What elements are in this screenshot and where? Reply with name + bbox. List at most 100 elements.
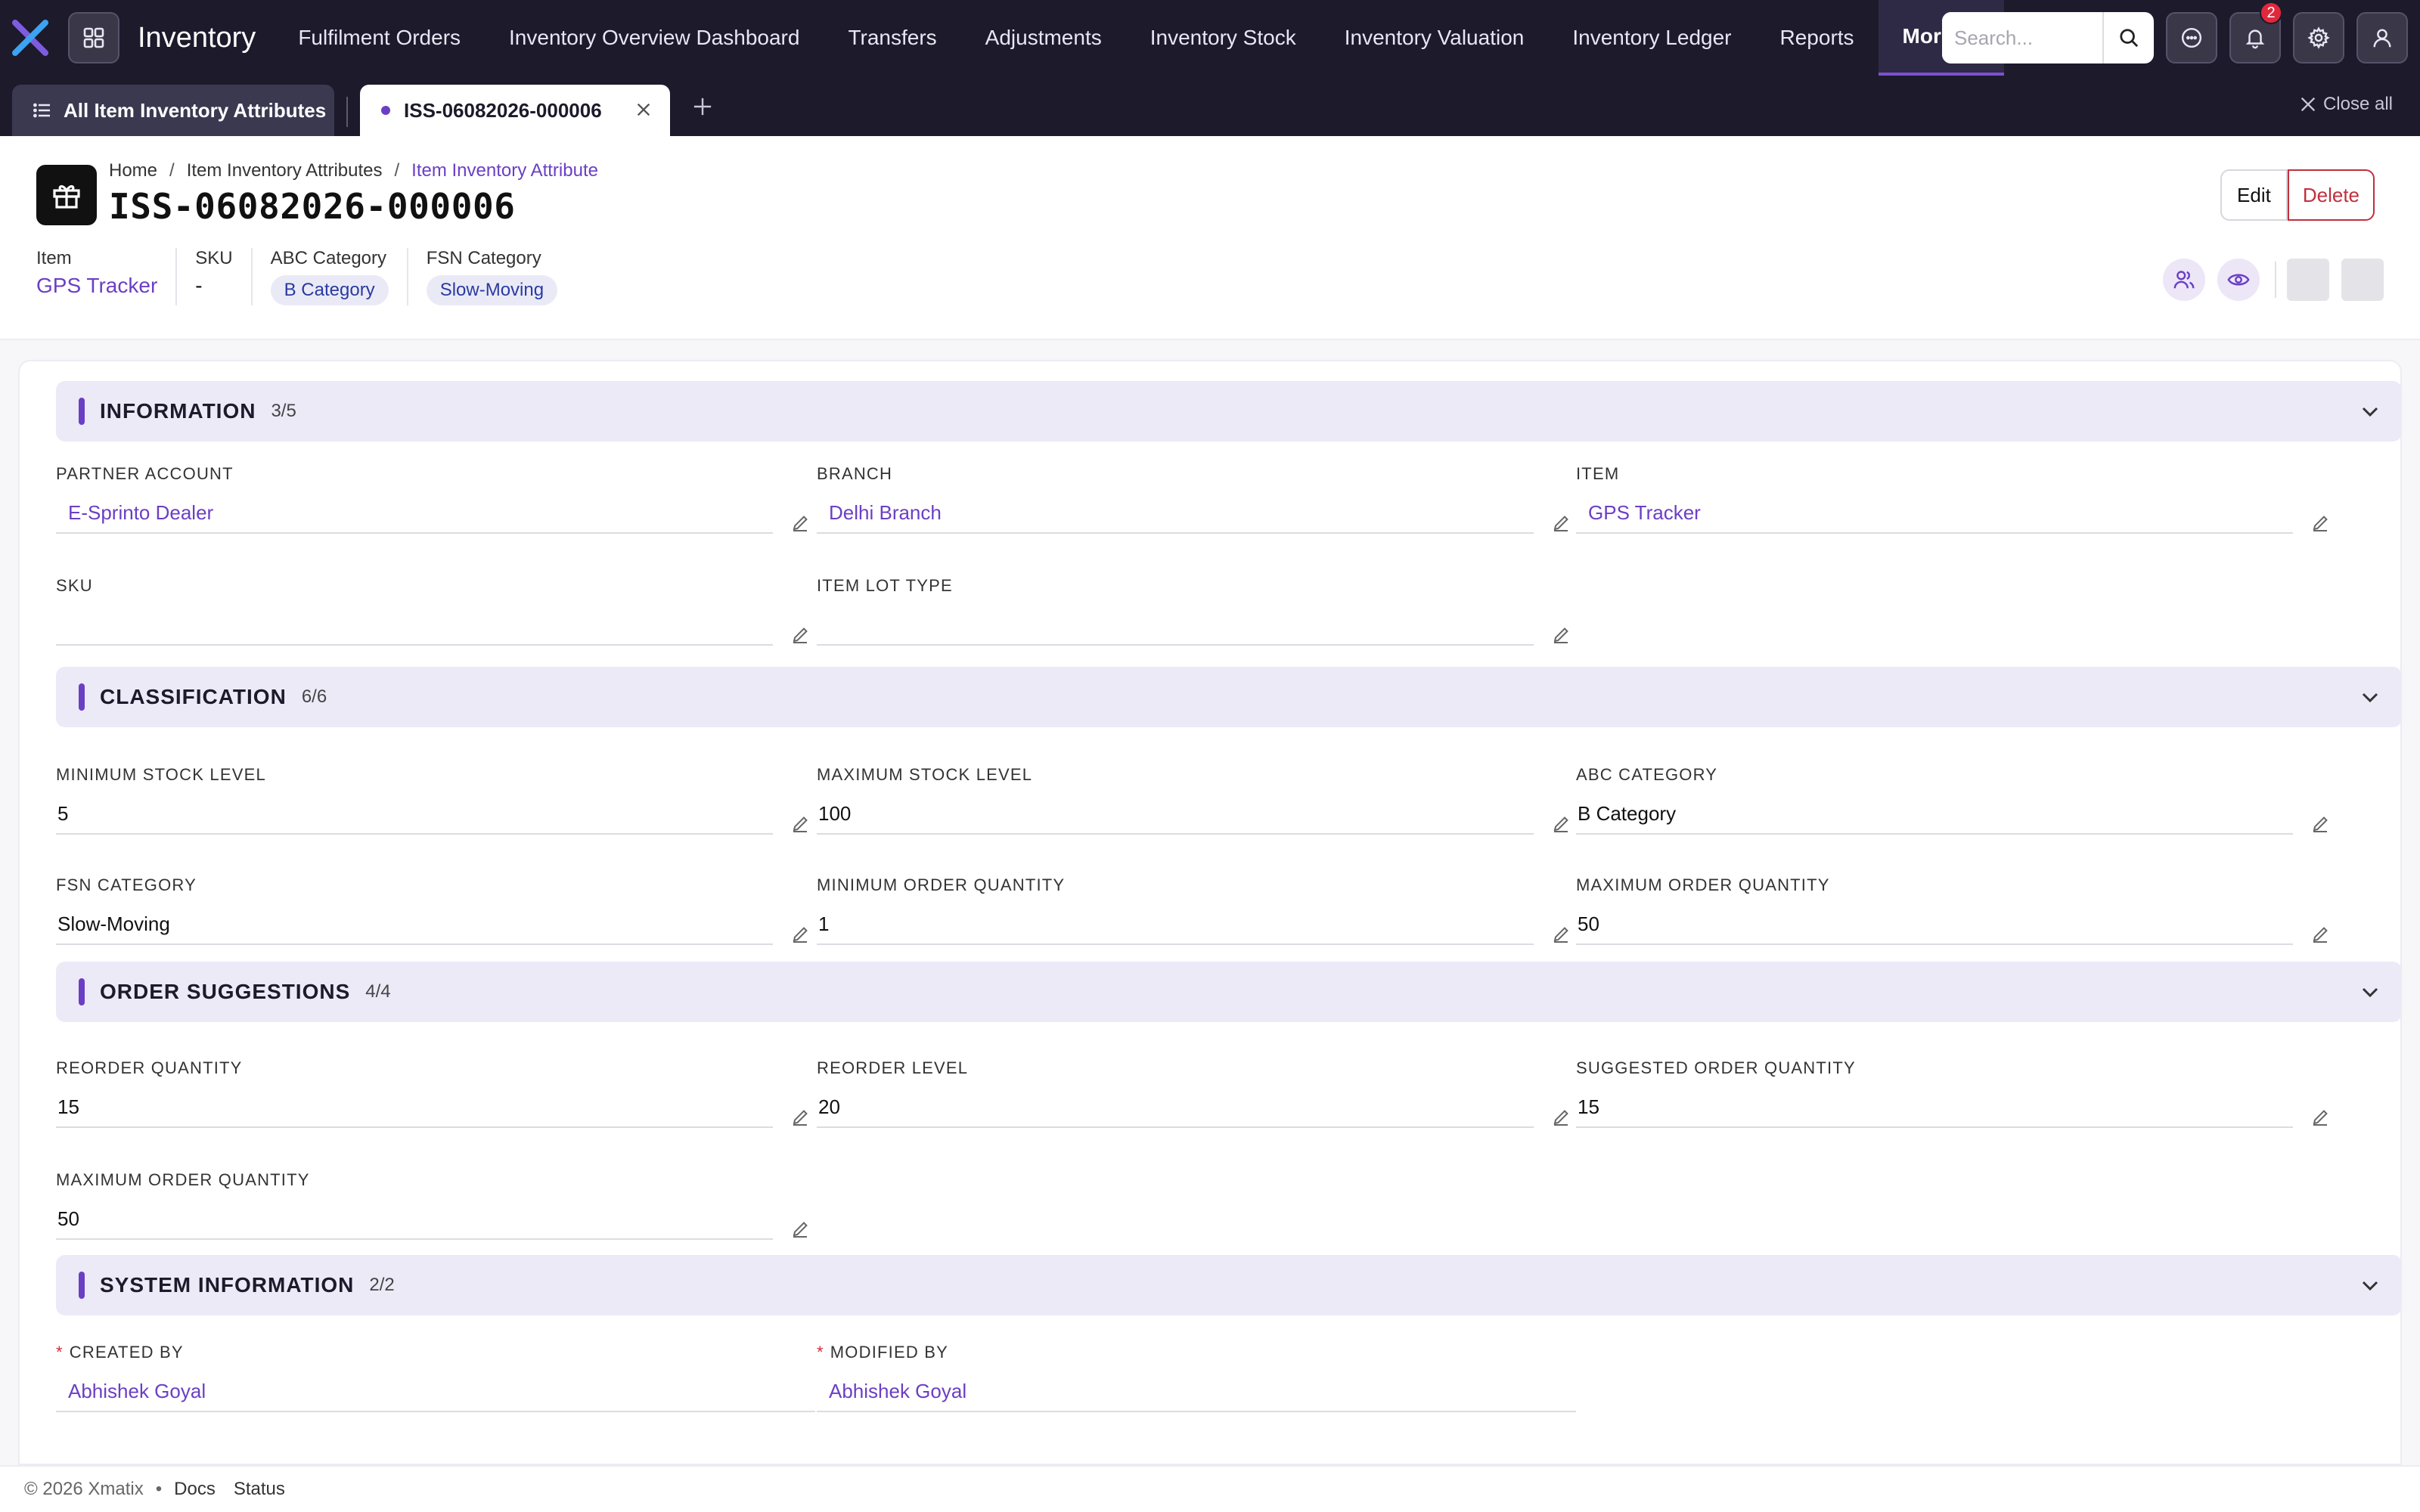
footer-separator: • bbox=[155, 1479, 163, 1499]
abc-category-select[interactable]: B Category bbox=[1576, 795, 2293, 835]
add-tab-icon[interactable] bbox=[693, 97, 712, 116]
minimum-stock-level-value[interactable]: 5 bbox=[56, 795, 773, 835]
modified-by-label: MODIFIED BY bbox=[830, 1343, 948, 1362]
field-label: SUGGESTED ORDER QUANTITY bbox=[1576, 1058, 1856, 1077]
nav-item-inventory-ledger[interactable]: Inventory Ledger bbox=[1548, 0, 1755, 76]
nav-item-inventory-stock[interactable]: Inventory Stock bbox=[1126, 0, 1320, 76]
nav-item-inventory-valuation[interactable]: Inventory Valuation bbox=[1320, 0, 1549, 76]
created-by-link[interactable]: Abhishek Goyal bbox=[56, 1373, 815, 1412]
section-accent-bar bbox=[79, 978, 85, 1005]
nav-item-adjustments[interactable]: Adjustments bbox=[961, 0, 1126, 76]
notifications-button[interactable]: 2 bbox=[2229, 2, 2282, 64]
suggested-order-quantity-value[interactable]: 15 bbox=[1576, 1089, 2293, 1128]
followers-button[interactable] bbox=[2163, 259, 2205, 301]
breadcrumb-home[interactable]: Home bbox=[109, 160, 157, 181]
section-classification-header[interactable]: CLASSIFICATION 6/6 bbox=[56, 667, 2402, 727]
tab-divider bbox=[346, 97, 348, 127]
eye-icon bbox=[2227, 274, 2250, 286]
watch-button[interactable] bbox=[2217, 259, 2260, 301]
maximum-stock-level-value[interactable]: 100 bbox=[817, 795, 1534, 835]
branch-link[interactable]: Delhi Branch bbox=[817, 494, 1534, 534]
header-divider bbox=[2275, 262, 2276, 298]
field-label: SKU bbox=[56, 576, 93, 595]
pencil-icon[interactable] bbox=[1552, 925, 1570, 943]
pencil-icon[interactable] bbox=[2311, 1108, 2329, 1126]
fsn-category-select[interactable]: Slow-Moving bbox=[56, 906, 773, 945]
placeholder-action-button[interactable] bbox=[2341, 259, 2384, 301]
pencil-icon[interactable] bbox=[1552, 626, 1570, 644]
record-actions: Edit Delete bbox=[2220, 169, 2375, 221]
search-input[interactable] bbox=[1942, 12, 2102, 64]
nav-item-transfers[interactable]: Transfers bbox=[824, 0, 960, 76]
field-created-by: * CREATED BY Abhishek Goyal bbox=[56, 1343, 815, 1412]
pencil-icon[interactable] bbox=[2311, 815, 2329, 833]
close-all-button[interactable]: Close all bbox=[2301, 94, 2393, 115]
maximum-order-quantity-value[interactable]: 50 bbox=[1576, 906, 2293, 945]
apps-grid-button[interactable] bbox=[68, 12, 119, 64]
search-button[interactable] bbox=[2102, 12, 2154, 64]
required-asterisk: * bbox=[56, 1343, 64, 1362]
copyright-text: © 2026 Xmatix bbox=[24, 1479, 144, 1499]
abc-category-chip: B Category bbox=[270, 275, 389, 305]
settings-button[interactable] bbox=[2293, 12, 2344, 64]
docs-link[interactable]: Docs bbox=[174, 1479, 216, 1500]
placeholder-action-button[interactable] bbox=[2287, 259, 2329, 301]
partner-account-link[interactable]: E-Sprinto Dealer bbox=[56, 494, 773, 534]
section-count: 2/2 bbox=[369, 1275, 395, 1295]
pencil-icon[interactable] bbox=[791, 514, 809, 532]
delete-button[interactable]: Delete bbox=[2287, 169, 2375, 221]
nav-item-fulfilment-orders[interactable]: Fulfilment Orders bbox=[274, 0, 485, 76]
pencil-icon[interactable] bbox=[2311, 925, 2329, 943]
pencil-icon[interactable] bbox=[791, 925, 809, 943]
sku-value[interactable] bbox=[56, 606, 773, 646]
field-maximum-order-quantity: MAXIMUM ORDER QUANTITY 50 bbox=[1576, 875, 2328, 945]
field-maximum-order-quantity-suggestion: MAXIMUM ORDER QUANTITY 50 bbox=[56, 1170, 808, 1240]
fsn-category-chip: Slow-Moving bbox=[426, 275, 558, 305]
breadcrumb-item-inventory-attributes[interactable]: Item Inventory Attributes bbox=[187, 160, 383, 181]
pencil-icon[interactable] bbox=[1552, 514, 1570, 532]
user-icon bbox=[2373, 29, 2391, 48]
unsaved-dot-icon bbox=[381, 106, 390, 115]
summary-item-link[interactable]: GPS Tracker bbox=[36, 274, 157, 298]
xmatix-logo-icon[interactable] bbox=[11, 18, 50, 57]
pencil-icon[interactable] bbox=[791, 1108, 809, 1126]
search-box bbox=[1942, 12, 2154, 64]
required-asterisk: * bbox=[817, 1343, 824, 1362]
section-system-information-header[interactable]: SYSTEM INFORMATION 2/2 bbox=[56, 1255, 2402, 1315]
pencil-icon[interactable] bbox=[791, 626, 809, 644]
status-link[interactable]: Status bbox=[234, 1479, 285, 1500]
edit-button[interactable]: Edit bbox=[2220, 169, 2288, 221]
section-order-suggestions-header[interactable]: ORDER SUGGESTIONS 4/4 bbox=[56, 962, 2402, 1022]
field-branch: BRANCH Delhi Branch bbox=[817, 464, 1568, 534]
pencil-icon[interactable] bbox=[791, 1220, 809, 1238]
reorder-quantity-value[interactable]: 15 bbox=[56, 1089, 773, 1128]
nav-item-reports[interactable]: Reports bbox=[1756, 0, 1879, 76]
tab-record-active[interactable]: ISS-06082026-000006 bbox=[360, 85, 670, 136]
item-lot-type-value[interactable] bbox=[817, 606, 1534, 646]
reorder-level-value[interactable]: 20 bbox=[817, 1089, 1534, 1128]
tab-all-item-inventory-attributes[interactable]: All Item Inventory Attributes bbox=[12, 85, 334, 136]
chevron-down-icon bbox=[2362, 407, 2378, 417]
close-all-label: Close all bbox=[2322, 94, 2393, 114]
record-header: Home / Item Inventory Attributes / Item … bbox=[0, 136, 2420, 340]
field-label: REORDER LEVEL bbox=[817, 1058, 969, 1077]
item-link[interactable]: GPS Tracker bbox=[1576, 494, 2293, 534]
chat-button[interactable] bbox=[2166, 12, 2217, 64]
breadcrumb: Home / Item Inventory Attributes / Item … bbox=[109, 160, 598, 181]
pencil-icon[interactable] bbox=[1552, 815, 1570, 833]
section-information-header[interactable]: INFORMATION 3/5 bbox=[56, 381, 2402, 442]
modified-by-link[interactable]: Abhishek Goyal bbox=[817, 1373, 1576, 1412]
minimum-order-quantity-value[interactable]: 1 bbox=[817, 906, 1534, 945]
summary-abc-label: ABC Category bbox=[270, 248, 387, 268]
pencil-icon[interactable] bbox=[1552, 1108, 1570, 1126]
user-profile-button[interactable] bbox=[2356, 12, 2408, 64]
pencil-icon[interactable] bbox=[2311, 514, 2329, 532]
grid-icon bbox=[83, 27, 104, 48]
summary-item-label: Item bbox=[36, 248, 72, 268]
nav-item-inventory-overview-dashboard[interactable]: Inventory Overview Dashboard bbox=[485, 0, 824, 76]
summary-fsn-category: FSN Category Slow-Moving bbox=[426, 248, 576, 305]
close-tab-icon[interactable] bbox=[635, 101, 652, 118]
maximum-order-quantity-suggestion-value[interactable]: 50 bbox=[56, 1201, 773, 1240]
pencil-icon[interactable] bbox=[791, 815, 809, 833]
summary-sku-value: - bbox=[195, 274, 203, 297]
